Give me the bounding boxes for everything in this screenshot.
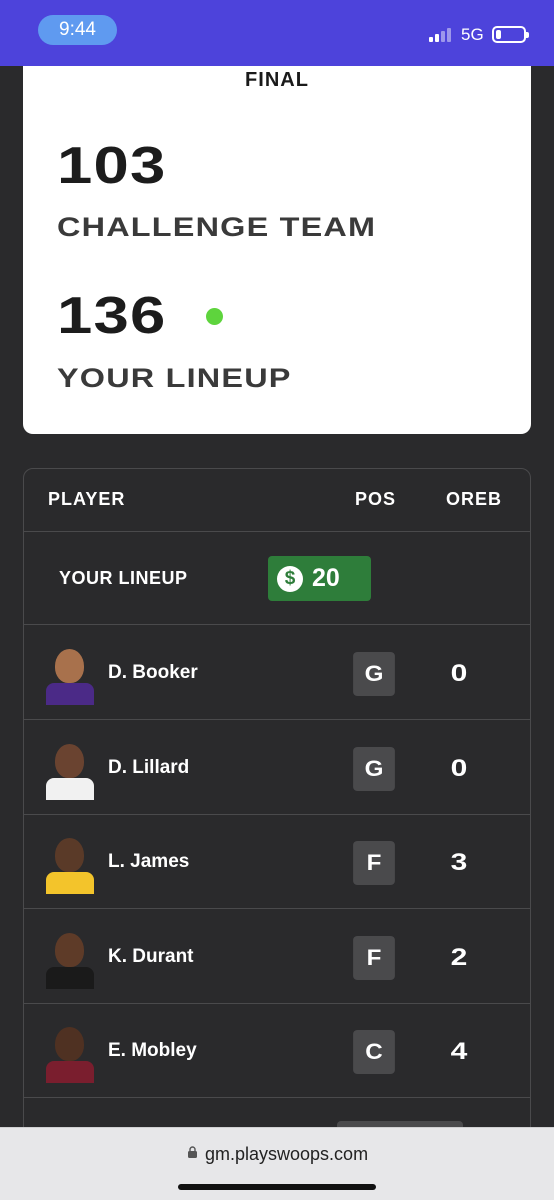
player-name[interactable]: K. Durant (108, 946, 194, 968)
player-name[interactable]: E. Mobley (108, 1040, 197, 1062)
budget-value: 20 (312, 564, 340, 592)
network-type: 5G (461, 25, 484, 44)
lineup-row-label: YOUR LINEUP (59, 568, 188, 588)
player-name[interactable]: L. James (108, 851, 189, 873)
table-row[interactable]: L. James F 3 (24, 815, 530, 909)
position-badge: C (353, 1030, 395, 1074)
budget-badge: $ 20 (268, 556, 371, 601)
table-row[interactable]: E. Mobley C 4 (24, 1004, 530, 1098)
table-row[interactable]: D. Lillard G 0 (24, 721, 530, 815)
player-avatar (46, 1021, 94, 1083)
oreb-value: 0 (450, 660, 468, 687)
position-badge: F (353, 936, 395, 980)
player-avatar (46, 738, 94, 800)
oreb-value: 2 (450, 944, 468, 971)
status-bar: 9:44 5G (0, 0, 554, 66)
score-card: FINAL 103 CHALLENGE TEAM 136 YOUR LINEUP (23, 66, 531, 434)
table-row[interactable]: D. Booker G 0 (24, 626, 530, 720)
header-oreb[interactable]: OREB (446, 489, 502, 510)
battery-icon (492, 26, 529, 43)
game-status: FINAL (245, 69, 309, 91)
cellular-signal-icon (429, 26, 454, 42)
position-badge: G (353, 747, 395, 791)
lock-icon (188, 1146, 197, 1158)
position-badge: G (353, 652, 395, 696)
challenge-team-label: CHALLENGE TEAM (57, 212, 377, 242)
oreb-value: 0 (450, 755, 468, 782)
player-avatar (46, 832, 94, 894)
challenge-team-score: 103 (57, 137, 167, 195)
player-avatar (46, 643, 94, 705)
table-row[interactable]: K. Durant F 2 (24, 910, 530, 1004)
dollar-icon: $ (277, 565, 303, 592)
url-text[interactable]: gm.playswoops.com (205, 1144, 368, 1165)
browser-url-bar[interactable]: gm.playswoops.com (0, 1127, 554, 1200)
home-indicator[interactable] (178, 1184, 376, 1190)
player-name[interactable]: D. Booker (108, 662, 198, 684)
position-badge: F (353, 841, 395, 885)
status-time[interactable]: 9:44 (38, 15, 117, 45)
table-header: PLAYER POS OREB (24, 469, 530, 532)
your-lineup-label: YOUR LINEUP (57, 363, 292, 393)
oreb-value: 3 (450, 849, 468, 876)
lineup-summary-row: YOUR LINEUP $ 20 (24, 533, 530, 625)
winner-indicator-dot (206, 308, 223, 325)
player-name[interactable]: D. Lillard (108, 757, 189, 779)
oreb-value: 4 (450, 1038, 468, 1065)
header-player[interactable]: PLAYER (48, 489, 125, 510)
player-stats-table: PLAYER POS OREB YOUR LINEUP $ 20 D. Book… (23, 468, 531, 1168)
player-avatar (46, 927, 94, 989)
header-pos[interactable]: POS (355, 489, 396, 510)
your-lineup-score: 136 (57, 287, 167, 345)
